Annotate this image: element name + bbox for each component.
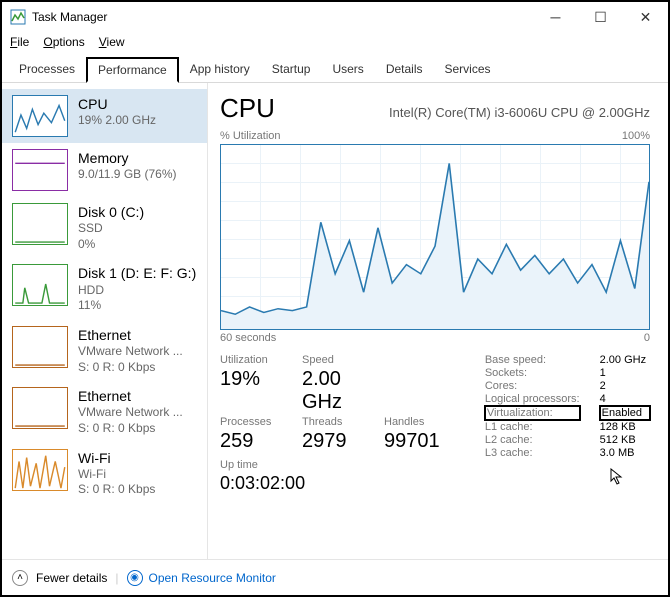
sidebar-thumb-icon [12,95,68,137]
label-uptime: Up time [220,459,454,471]
open-resource-monitor-link[interactable]: ◉ Open Resource Monitor [127,570,276,586]
detail-key: Virtualization: [485,406,580,420]
sidebar-thumb-icon [12,149,68,191]
chart-label-top-right: 100% [622,130,650,142]
close-button[interactable]: ✕ [623,2,668,32]
sidebar-item-ethernet[interactable]: EthernetVMware Network ...S: 0 R: 0 Kbps [2,320,207,381]
label-threads: Threads [302,416,380,428]
detail-value: 1 [600,367,650,379]
label-handles: Handles [384,416,454,428]
detail-value: 128 KB [600,421,650,433]
sidebar-item-memory[interactable]: Memory9.0/11.9 GB (76%) [2,143,207,197]
detail-key: Cores: [485,380,580,392]
value-handles: 99701 [384,430,454,453]
sidebar-item-wi-fi[interactable]: Wi-FiWi-FiS: 0 R: 0 Kbps [2,443,207,504]
value-threads: 2979 [302,430,380,453]
detail-key: Base speed: [485,354,580,366]
sidebar-thumb-icon [12,387,68,429]
value-speed: 2.00 GHz [302,368,380,414]
menu-view[interactable]: View [99,35,125,49]
minimize-button[interactable]: ─ [533,2,578,32]
tab-processes[interactable]: Processes [8,57,86,83]
value-utilization: 19% [220,368,298,414]
sidebar-thumb-icon [12,326,68,368]
detail-key: L1 cache: [485,421,580,433]
sidebar: CPU19% 2.00 GHz Memory9.0/11.9 GB (76%) … [2,83,208,560]
detail-value: 2.00 GHz [600,354,650,366]
tab-details[interactable]: Details [375,57,434,83]
detail-value: 4 [600,393,650,405]
sidebar-item-cpu[interactable]: CPU19% 2.00 GHz [2,89,207,143]
footer: ˄ Fewer details | ◉ Open Resource Monito… [2,559,668,595]
detail-value: 3.0 MB [600,447,650,459]
chevron-up-icon[interactable]: ˄ [12,570,28,586]
menu-options[interactable]: Options [43,35,84,49]
sidebar-item-disk-1-d-e-f-g-[interactable]: Disk 1 (D: E: F: G:)HDD11% [2,258,207,319]
detail-value: 2 [600,380,650,392]
tab-strip: ProcessesPerformanceApp historyStartupUs… [2,56,668,83]
cpu-details: Base speed: 2.00 GHz Sockets: 1 Cores: 2 Logic… [485,354,650,494]
chart-label-top-left: % Utilization [220,130,281,142]
monitor-icon: ◉ [127,570,143,586]
sidebar-item-ethernet[interactable]: EthernetVMware Network ...S: 0 R: 0 Kbps [2,381,207,442]
tab-app-history[interactable]: App history [179,57,261,83]
label-processes: Processes [220,416,298,428]
label-utilization: Utilization [220,354,298,366]
tab-users[interactable]: Users [321,57,374,83]
sidebar-item-disk-0-c-[interactable]: Disk 0 (C:)SSD0% [2,197,207,258]
cursor-icon [610,468,624,486]
cpu-model: Intel(R) Core(TM) i3-6006U CPU @ 2.00GHz [295,105,650,120]
value-processes: 259 [220,430,298,453]
detail-key: Logical processors: [485,393,580,405]
menu-bar: File Options View [2,32,668,52]
cpu-chart[interactable] [220,144,650,330]
sidebar-thumb-icon [12,203,68,245]
maximize-button[interactable]: ☐ [578,2,623,32]
menu-file[interactable]: File [10,35,29,49]
detail-key: L3 cache: [485,447,580,459]
tab-startup[interactable]: Startup [261,57,322,83]
value-uptime: 0:03:02:00 [220,473,454,494]
chart-label-bottom-right: 0 [644,332,650,344]
fewer-details-link[interactable]: Fewer details [36,571,107,585]
detail-value: Enabled [600,406,650,420]
sidebar-thumb-icon [12,264,68,306]
app-icon [10,9,26,25]
chart-label-bottom-left: 60 seconds [220,332,276,344]
window-title: Task Manager [32,10,533,24]
page-title: CPU [220,93,275,124]
tab-performance[interactable]: Performance [86,57,179,83]
label-speed: Speed [302,354,380,366]
detail-key: L2 cache: [485,434,580,446]
title-bar: Task Manager ─ ☐ ✕ [2,2,668,32]
detail-key: Sockets: [485,367,580,379]
detail-value: 512 KB [600,434,650,446]
tab-services[interactable]: Services [434,57,502,83]
sidebar-thumb-icon [12,449,68,491]
main-panel: CPU Intel(R) Core(TM) i3-6006U CPU @ 2.0… [208,83,668,560]
